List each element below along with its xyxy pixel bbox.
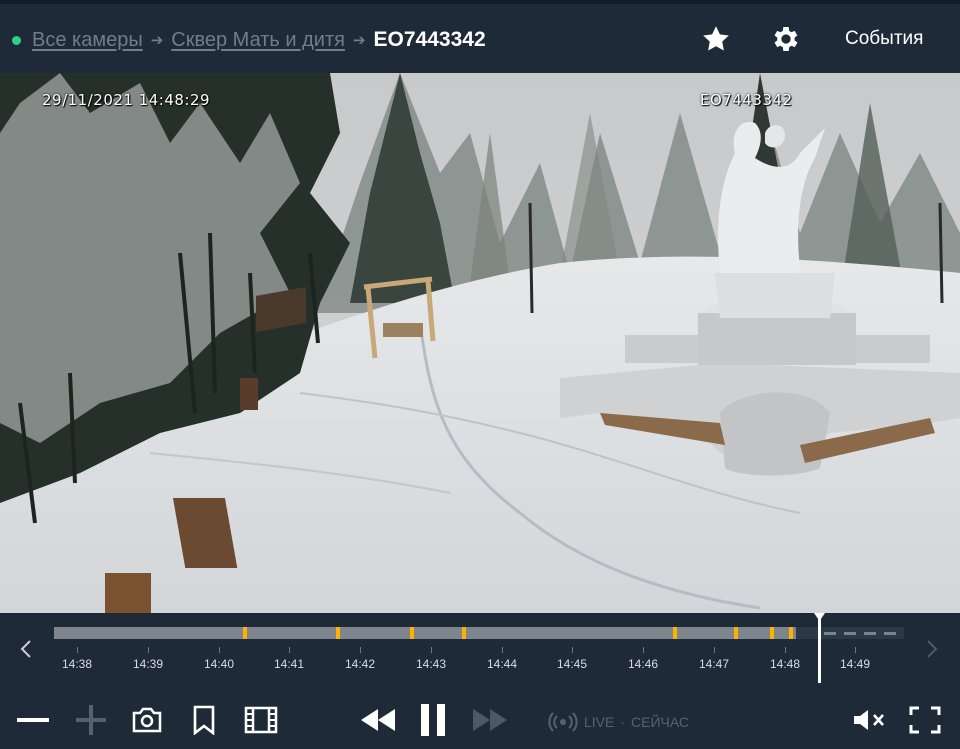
pause-button[interactable] [414,704,452,736]
breadcrumb-arrow-icon: ➔ [150,32,164,49]
mute-button[interactable] [850,704,888,736]
fast-forward-button[interactable] [470,704,510,736]
live-label: LIVE [584,714,615,730]
winter-park-scene [0,73,960,613]
tick-label: 14:46 [627,657,659,671]
zoom-in-button[interactable] [72,704,110,736]
event-marker[interactable] [770,627,774,639]
settings-button[interactable] [768,22,804,56]
future-segment [824,632,904,635]
tick-mark [855,647,856,653]
tick-mark [714,647,715,653]
tick-label: 14:45 [556,657,588,671]
gear-icon [774,27,798,51]
timeline: 14:38 14:39 14:40 14:41 14:42 14:43 14:4… [0,613,960,690]
tick-mark [431,647,432,653]
event-marker[interactable] [789,627,793,639]
broadcast-icon [548,712,578,732]
osd-timestamp: 29/11/2021 14:48:29 [42,91,211,109]
fast-forward-icon [473,709,507,731]
event-marker[interactable] [336,627,340,639]
timeline-next-button[interactable] [918,635,946,663]
tick-mark [643,647,644,653]
bookmark-button[interactable] [186,704,222,736]
timeline-scale: 14:38 14:39 14:40 14:41 14:42 14:43 14:4… [54,647,904,675]
recorded-segment [54,627,796,639]
tick-mark [289,647,290,653]
now-label: СЕЙЧАС [631,714,690,730]
tick-label: 14:41 [273,657,305,671]
timeline-track[interactable] [54,627,904,639]
star-icon [703,26,729,51]
tick-label: 14:49 [839,657,871,671]
camera-icon [132,707,162,733]
clip-export-button[interactable] [242,704,280,736]
event-marker[interactable] [462,627,466,639]
tick-mark [360,647,361,653]
chevron-right-icon [927,640,938,658]
rewind-icon [361,709,395,731]
zoom-in-icon [76,705,106,735]
tick-label: 14:43 [415,657,447,671]
events-button[interactable]: События [838,22,948,56]
zoom-out-button[interactable] [14,704,52,736]
tick-mark [148,647,149,653]
top-bar: Все камеры ➔ Сквер Мать и дитя ➔ ЕО74433… [0,0,960,73]
top-bar-edge [0,0,960,4]
pause-icon [421,704,445,736]
tick-mark [77,647,78,653]
live-separator: · [620,714,626,730]
fullscreen-icon [909,706,941,734]
tick-mark [785,647,786,653]
event-marker[interactable] [734,627,738,639]
online-status-dot [12,36,21,45]
player-controls: LIVE · СЕЙЧАС [0,690,960,749]
playhead-handle[interactable] [814,613,825,621]
tick-mark [219,647,220,653]
mute-icon [854,710,884,730]
tick-label: 14:39 [132,657,164,671]
camera-title: ЕО7443342 [373,28,486,51]
tick-label: 14:42 [344,657,376,671]
playhead[interactable] [814,613,825,683]
camera-video-frame[interactable]: 29/11/2021 14:48:29 ЕО7443342 [0,73,960,613]
breadcrumb-location[interactable]: Сквер Мать и дитя [171,29,345,52]
rewind-button[interactable] [358,704,398,736]
breadcrumb: Все камеры ➔ Сквер Мать и дитя ➔ ЕО74433… [32,26,486,54]
osd-camera-id: ЕО7443342 [700,91,793,109]
zoom-out-icon [17,718,49,722]
live-button[interactable]: LIVE · СЕЙЧАС [548,712,689,732]
tick-mark [502,647,503,653]
breadcrumb-all-cameras[interactable]: Все камеры [32,29,143,52]
timeline-prev-button[interactable] [12,635,40,663]
film-icon [244,706,278,734]
tick-label: 14:47 [698,657,730,671]
event-marker[interactable] [673,627,677,639]
snapshot-button[interactable] [128,704,166,736]
tick-label: 14:38 [61,657,93,671]
favorite-button[interactable] [698,22,734,56]
event-marker[interactable] [243,627,247,639]
tick-label: 14:48 [769,657,801,671]
event-marker[interactable] [410,627,414,639]
bookmark-icon [193,705,215,735]
tick-mark [572,647,573,653]
chevron-left-icon [20,640,31,658]
fullscreen-button[interactable] [906,704,944,736]
breadcrumb-arrow-icon: ➔ [352,32,366,49]
tick-label: 14:44 [486,657,518,671]
tick-label: 14:40 [203,657,235,671]
